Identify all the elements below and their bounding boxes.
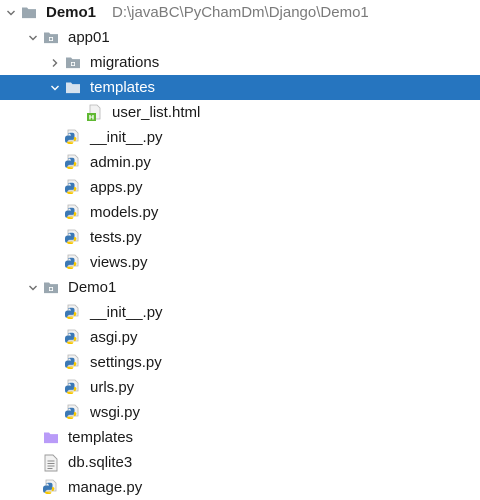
package-folder-icon <box>42 25 60 50</box>
tree-row-label: tests.py <box>90 229 142 246</box>
tree-row-apps-py[interactable]: apps.py <box>0 175 480 200</box>
tree-row-settings-py[interactable]: settings.py <box>0 350 480 375</box>
tree-row-label: __init__.py <box>90 304 163 321</box>
python-file-icon <box>64 300 82 325</box>
tree-row-label: models.py <box>90 204 159 221</box>
tree-row-label: manage.py <box>68 479 143 496</box>
tree-row-app01[interactable]: app01 <box>0 25 480 50</box>
tree-row-migrations[interactable]: migrations <box>0 50 480 75</box>
tree-row-label: Demo1 <box>68 279 117 296</box>
tree-row-app01-init[interactable]: __init__.py <box>0 125 480 150</box>
chevron-down-icon[interactable] <box>49 75 61 100</box>
tree-row-user-list-html[interactable]: Huser_list.html <box>0 100 480 125</box>
tree-row-demo1-pkg[interactable]: Demo1 <box>0 275 480 300</box>
chevron-down-icon[interactable] <box>5 0 17 25</box>
tree-row-label: templates <box>68 429 134 446</box>
python-file-icon <box>64 250 82 275</box>
tree-row-label: __init__.py <box>90 129 163 146</box>
chevron-down-icon[interactable] <box>27 275 39 300</box>
python-file-icon <box>64 225 82 250</box>
tree-row-label: templates <box>90 79 156 96</box>
tree-row-label: migrations <box>90 54 160 71</box>
tree-row-demo1-init[interactable]: __init__.py <box>0 300 480 325</box>
python-file-icon <box>64 375 82 400</box>
python-file-icon <box>64 400 82 425</box>
project-tree: Demo1 D:\javaBC\PyChamDm\Django\Demo1 app0… <box>0 0 480 498</box>
tree-row-models-py[interactable]: models.py <box>0 200 480 225</box>
tree-row-app01-templates[interactable]: templates <box>0 75 480 100</box>
tree-row-wsgi-py[interactable]: wsgi.py <box>0 400 480 425</box>
tree-row-label: wsgi.py <box>90 404 141 421</box>
tree-row-label: urls.py <box>90 379 135 396</box>
text-file-icon <box>42 450 60 475</box>
python-file-icon <box>64 325 82 350</box>
package-folder-icon <box>42 275 60 300</box>
project-path: D:\javaBC\PyChamDm\Django\Demo1 <box>112 4 369 21</box>
folder-icon <box>20 0 38 25</box>
chevron-right-icon[interactable] <box>49 50 61 75</box>
tree-row-label: db.sqlite3 <box>68 454 133 471</box>
chevron-down-icon[interactable] <box>27 25 39 50</box>
tree-row-label: asgi.py <box>90 329 138 346</box>
tree-row-label: admin.py <box>90 154 151 171</box>
svg-text:H: H <box>89 113 94 121</box>
templates-folder-icon <box>42 425 60 450</box>
tree-row-views-py[interactable]: views.py <box>0 250 480 275</box>
html-file-icon: H <box>86 100 104 125</box>
python-file-icon <box>42 475 60 500</box>
tree-row-manage-py[interactable]: manage.py <box>0 475 480 500</box>
tree-row-root-templates[interactable]: templates <box>0 425 480 450</box>
tree-row-label: Demo1 <box>46 4 97 21</box>
package-folder-icon <box>64 50 82 75</box>
tree-row-label: app01 <box>68 29 110 46</box>
tree-row-asgi-py[interactable]: asgi.py <box>0 325 480 350</box>
tree-row-label: apps.py <box>90 179 143 196</box>
python-file-icon <box>64 200 82 225</box>
python-file-icon <box>64 125 82 150</box>
tree-row-tests-py[interactable]: tests.py <box>0 225 480 250</box>
tree-row-demo1-root[interactable]: Demo1 D:\javaBC\PyChamDm\Django\Demo1 <box>0 0 480 25</box>
tree-row-admin-py[interactable]: admin.py <box>0 150 480 175</box>
tree-row-db-sqlite3[interactable]: db.sqlite3 <box>0 450 480 475</box>
tree-row-urls-py[interactable]: urls.py <box>0 375 480 400</box>
python-file-icon <box>64 350 82 375</box>
tree-row-label: settings.py <box>90 354 162 371</box>
tree-row-label: user_list.html <box>112 104 201 121</box>
python-file-icon <box>64 175 82 200</box>
tree-row-label: views.py <box>90 254 148 271</box>
python-file-icon <box>64 150 82 175</box>
folder-icon <box>64 75 82 100</box>
